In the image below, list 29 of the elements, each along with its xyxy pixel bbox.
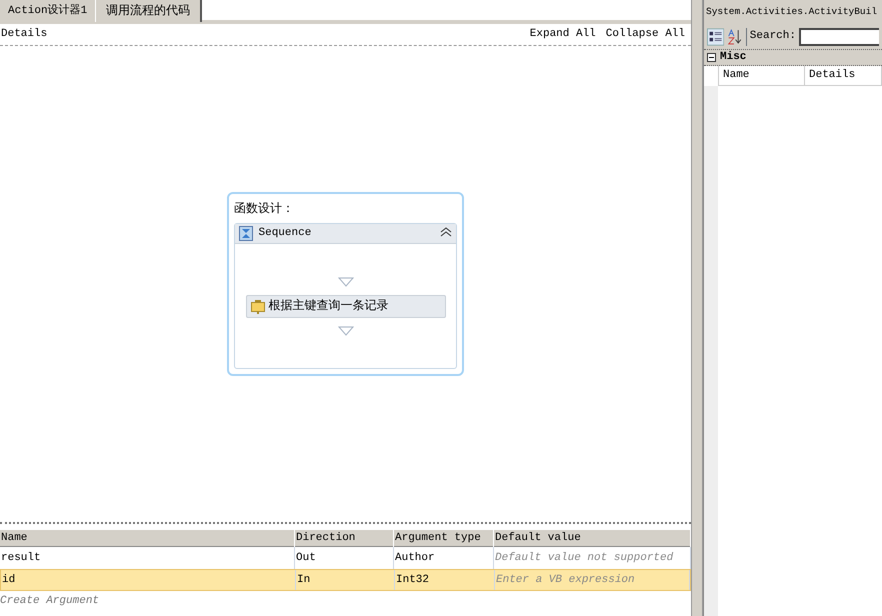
column-header[interactable]: Direction [295, 530, 394, 546]
category-label[interactable]: Misc [720, 49, 746, 66]
collapse-icon[interactable] [707, 53, 716, 62]
workflow-title: 函数设计： [234, 201, 295, 218]
column-header[interactable]: Name [719, 66, 805, 85]
table-cell: id [1, 570, 296, 590]
create-argument-link[interactable]: Create Argument [0, 591, 691, 612]
tab[interactable]: Action设计器1 [0, 0, 96, 22]
toolbar-link[interactable]: Expand All [530, 26, 596, 43]
sort-alphabetical-icon[interactable] [727, 26, 743, 46]
argument-row[interactable]: id In Int32 Enter a VB expression [0, 569, 691, 591]
categorized-icon[interactable] [707, 26, 724, 46]
activity[interactable]: 根据主键查询一条记录 [246, 294, 446, 318]
column-header[interactable]: Name [0, 530, 295, 546]
folder-icon [250, 298, 264, 314]
tab[interactable]: 调用流程的代码 [95, 0, 202, 22]
toolbar-link[interactable]: Collapse All [606, 26, 685, 43]
search-field[interactable] [799, 28, 879, 46]
column-header[interactable]: Details [805, 66, 882, 85]
sequence-label: Sequence [258, 226, 312, 242]
collapse-icon[interactable] [440, 227, 452, 238]
breadcrumb[interactable]: Details [1, 26, 48, 43]
column-header[interactable]: Default value [494, 530, 691, 546]
sequence-icon [239, 226, 253, 241]
table-cell: Int32 [395, 570, 495, 590]
column-header[interactable]: Argument type [394, 530, 494, 546]
table-cell: In [296, 570, 395, 590]
search-label: Search: [750, 29, 796, 44]
object-name: System.Activities.ActivityBuil [706, 4, 878, 19]
